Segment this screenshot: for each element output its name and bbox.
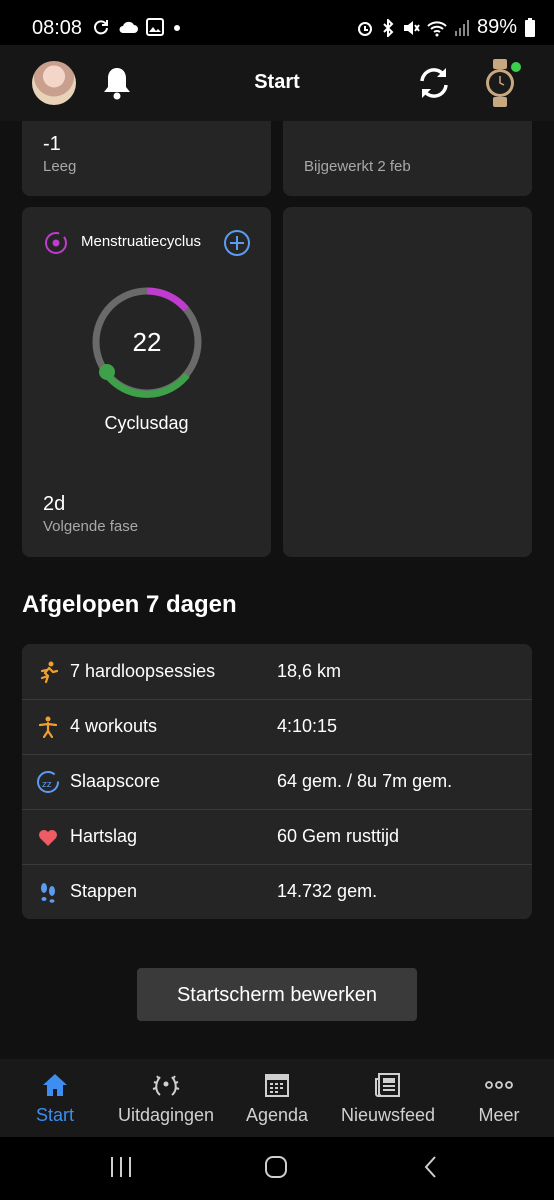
cycle-day-number: 22: [132, 327, 162, 357]
stat-value: 64 gem. / 8u 7m gem.: [277, 771, 453, 791]
sync-status-icon: [94, 20, 108, 35]
cycle-title: Menstruatiecyclus: [81, 233, 202, 250]
cloud-icon: [119, 21, 138, 33]
stat-label: 7 hardloopsessies: [70, 661, 216, 681]
widget-label: Leeg: [43, 158, 77, 175]
system-navigation-bar: [0, 1137, 554, 1200]
recent-apps-icon[interactable]: [109, 1156, 133, 1178]
nav-newsfeed[interactable]: Nieuwsfeed: [333, 1059, 443, 1137]
running-icon: [40, 661, 59, 684]
stats-list: 7 hardloopsessies 18,6 km 4 workouts 4:1…: [22, 644, 532, 919]
nav-label: Nieuwsfeed: [340, 1105, 436, 1125]
signal-icon: [454, 19, 469, 36]
stat-label: 4 workouts: [70, 716, 158, 736]
sync-icon[interactable]: [414, 63, 454, 103]
heart-icon: [39, 830, 57, 846]
sleep-icon: zz: [37, 771, 59, 793]
widget-card-top-right[interactable]: Bijgewerkt 2 feb: [283, 121, 532, 196]
next-phase-label: Volgende fase: [43, 518, 139, 535]
bluetooth-icon: [383, 18, 394, 37]
nav-label: Uitdagingen: [117, 1105, 215, 1125]
stat-row-heart-rate[interactable]: Hartslag 60 Gem rusttijd: [22, 809, 532, 865]
svg-text:zz: zz: [42, 780, 52, 790]
home-button-icon[interactable]: [264, 1156, 288, 1178]
nav-label: Meer: [478, 1105, 520, 1125]
stat-row-running[interactable]: 7 hardloopsessies 18,6 km: [22, 644, 532, 700]
section-title: Afgelopen 7 dagen: [22, 591, 237, 618]
bottom-navigation: Start Uitdagingen Agenda Nieuwsfeed Meer: [0, 1059, 554, 1137]
nav-challenges[interactable]: Uitdagingen: [111, 1059, 221, 1137]
dot-icon: [174, 25, 180, 31]
battery-icon: [525, 17, 535, 37]
calendar-icon: [265, 1074, 289, 1097]
widget-value: -1: [43, 133, 61, 155]
connection-status-dot: [511, 62, 521, 72]
status-time: 08:08: [32, 17, 83, 39]
nav-label: Start: [35, 1105, 74, 1125]
page-title: Start: [254, 71, 300, 93]
stat-label: Slaapscore: [70, 771, 161, 791]
stat-value: 18,6 km: [277, 661, 342, 681]
wifi-icon: [427, 20, 447, 36]
edit-home-screen-button[interactable]: Startscherm bewerken: [137, 968, 417, 1021]
laurel-icon: [152, 1075, 180, 1096]
add-icon[interactable]: [223, 229, 251, 257]
status-notification-icons: [92, 18, 182, 36]
stat-value: 4:10:15: [277, 716, 338, 736]
back-icon[interactable]: [422, 1156, 440, 1178]
app-header: Start: [0, 45, 554, 121]
menstrual-cycle-card[interactable]: Menstruatiecyclus 22 Cyclusdag 2d Volgen…: [22, 207, 271, 557]
newsfeed-icon: [375, 1073, 400, 1097]
more-icon: [485, 1081, 513, 1089]
stat-value: 60 Gem rusttijd: [277, 826, 400, 846]
gallery-icon: [146, 18, 164, 36]
empty-widget-card: [283, 207, 532, 557]
mute-icon: [403, 20, 420, 35]
stat-row-steps[interactable]: Stappen 14.732 gem.: [22, 864, 532, 919]
stat-row-sleep[interactable]: zz Slaapscore 64 gem. / 8u 7m gem.: [22, 754, 532, 810]
stat-row-workouts[interactable]: 4 workouts 4:10:15: [22, 699, 532, 755]
alarm-icon: [357, 21, 372, 36]
stat-value: 14.732 gem.: [277, 881, 378, 901]
stat-label: Hartslag: [70, 826, 138, 846]
home-icon: [43, 1074, 67, 1096]
stat-label: Stappen: [70, 881, 138, 901]
workout-icon: [38, 716, 58, 739]
widget-updated-label: Bijgewerkt 2 feb: [304, 158, 411, 175]
cycle-day-label: Cyclusdag: [104, 413, 189, 433]
next-phase-value: 2d: [43, 493, 66, 515]
widget-card-top-left[interactable]: -1 Leeg: [22, 121, 271, 196]
nav-more[interactable]: Meer: [444, 1059, 554, 1137]
nav-agenda[interactable]: Agenda: [222, 1059, 332, 1137]
nav-start[interactable]: Start: [0, 1059, 110, 1137]
steps-icon: [41, 883, 55, 903]
home-content: -1 Leeg Bijgewerkt 2 feb Menstruatiecycl…: [0, 121, 554, 1059]
cycle-icon: [45, 232, 67, 254]
nav-label: Agenda: [245, 1105, 309, 1125]
status-system-icons: 89%: [356, 16, 536, 39]
battery-percentage: 89%: [476, 16, 517, 38]
